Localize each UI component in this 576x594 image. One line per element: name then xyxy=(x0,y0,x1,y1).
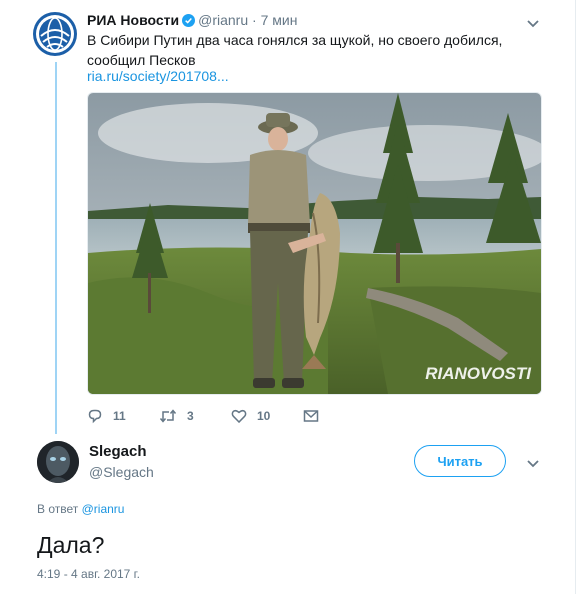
original-tweet-header: РИА Новости @rianru · 7 мин xyxy=(87,11,297,31)
like-action[interactable]: 10 xyxy=(231,408,303,424)
envelope-icon xyxy=(303,409,319,423)
photo-watermark: RIANOVOSTI xyxy=(425,364,531,383)
reply-timestamp[interactable]: 4:19 - 4 авг. 2017 г. xyxy=(37,567,140,581)
original-tweet-time[interactable]: 7 мин xyxy=(261,12,298,28)
retweet-action[interactable]: 3 xyxy=(159,408,231,424)
reply-count: 11 xyxy=(113,409,126,423)
tweet-actions-bar: 11 3 10 xyxy=(87,406,319,426)
ria-avatar[interactable] xyxy=(33,12,77,56)
tweet-photo[interactable]: RIANOVOSTI xyxy=(87,92,542,395)
reply-author-name[interactable]: Slegach xyxy=(89,443,147,460)
retweet-icon xyxy=(159,408,177,424)
reply-prefix: В ответ xyxy=(37,502,79,516)
header-separator: · xyxy=(252,12,257,28)
retweet-count: 3 xyxy=(187,409,194,423)
thread-connector-line xyxy=(55,62,57,434)
heart-icon xyxy=(231,408,247,424)
original-author-name[interactable]: РИА Новости xyxy=(87,12,179,28)
reply-author-handle[interactable]: @Slegach xyxy=(89,464,154,480)
verified-badge-icon xyxy=(182,13,196,31)
reply-tweet-text: Дала? xyxy=(37,532,105,558)
original-tweet-text: В Сибири Путин два часа гонялся за щукой… xyxy=(87,32,503,68)
reply-action[interactable]: 11 xyxy=(87,408,159,424)
dm-action[interactable] xyxy=(303,409,319,423)
original-author-handle[interactable]: @rianru xyxy=(198,12,248,28)
user-avatar[interactable] xyxy=(37,441,79,483)
follow-button[interactable]: Читать xyxy=(414,445,506,477)
reply-icon xyxy=(87,408,103,424)
chevron-down-icon[interactable] xyxy=(526,456,540,474)
chevron-down-icon[interactable] xyxy=(526,16,540,34)
original-tweet-link[interactable]: ria.ru/society/201708... xyxy=(87,66,229,86)
reply-to-link[interactable]: @rianru xyxy=(82,502,125,516)
like-count: 10 xyxy=(257,409,271,423)
reply-context: В ответ @rianru xyxy=(37,502,124,516)
